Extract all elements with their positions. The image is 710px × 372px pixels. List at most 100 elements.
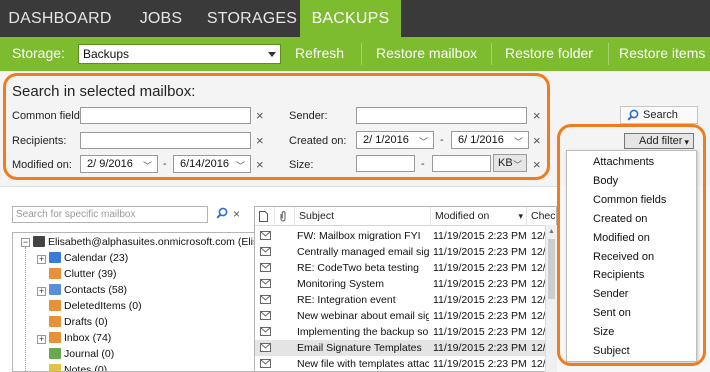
toolbar-divider [361, 43, 362, 65]
folder-icon [49, 332, 61, 343]
envelope-icon [260, 343, 271, 352]
message-modified: 11/19/2015 2:23 PM [433, 262, 527, 274]
search-icon [627, 109, 639, 121]
journal-icon [49, 348, 61, 359]
message-row[interactable]: RE: CodeTwo beta testing 11/19/2015 2:23 … [255, 260, 556, 276]
message-subject: New webinar about email sign... [297, 310, 429, 322]
tree-item-label: Inbox (74) [64, 332, 112, 344]
envelope-icon [260, 231, 271, 240]
message-modified: 11/19/2015 2:23 PM [433, 278, 527, 290]
message-row[interactable]: New file with templates attached 11/19/20… [255, 356, 556, 371]
expand-icon[interactable]: + [37, 287, 46, 296]
refresh-button[interactable]: Refresh [295, 45, 344, 61]
toolbar: Storage: Backups Refresh Restore mailbox… [0, 37, 710, 71]
message-modified: 11/19/2015 2:23 PM [433, 246, 527, 258]
scrollbar-thumb[interactable] [548, 239, 555, 299]
tree-item-label: Clutter (39) [64, 268, 117, 280]
folder-icon [49, 268, 61, 279]
restore-folder-button[interactable]: Restore folder [505, 45, 593, 61]
search-button[interactable]: Search [620, 106, 698, 124]
search-button-label: Search [643, 109, 678, 121]
envelope-icon [260, 279, 271, 288]
column-type[interactable] [255, 207, 275, 226]
tab-backups[interactable]: BACKUPS [300, 0, 401, 37]
message-list-scrollbar[interactable]: ▲ [545, 225, 557, 372]
calendar-icon [49, 252, 61, 263]
message-modified: 11/19/2015 2:23 PM [433, 358, 527, 370]
restore-items-button[interactable]: Restore items [619, 45, 705, 61]
message-row[interactable]: Monitoring System 11/19/2015 2:23 PM 12/3 [255, 276, 556, 292]
message-subject: Implementing the backup solut... [297, 326, 429, 338]
column-modified-label: Modified on [435, 210, 490, 222]
tree-item-journal[interactable]: Journal (0) [49, 346, 114, 362]
tree-item-calendar[interactable]: Calendar (23) [49, 250, 128, 266]
message-row[interactable]: Email Signature Templates 11/19/2015 2:23… [255, 340, 556, 356]
restore-mailbox-button[interactable]: Restore mailbox [376, 45, 477, 61]
tree-item-deleted[interactable]: DeletedItems (0) [49, 298, 142, 314]
message-subject: FW: Mailbox migration FYI [297, 230, 421, 242]
filter-menu-highlight [557, 124, 706, 366]
top-navigation: DASHBOARD JOBS STORAGES BACKUPS [0, 0, 710, 37]
tree-item-label: Notes (0) [64, 364, 108, 372]
column-subject[interactable]: Subject [295, 207, 431, 226]
expand-icon[interactable]: + [37, 255, 46, 264]
contacts-icon [49, 284, 61, 295]
storage-select[interactable]: Backups [78, 44, 281, 64]
message-list: Subject Modified on ▾ Chec FW: Mailbox m… [254, 206, 557, 372]
column-attachment[interactable] [275, 207, 295, 226]
message-modified: 11/19/2015 2:23 PM [433, 342, 527, 354]
envelope-icon [260, 247, 271, 256]
search-fields-highlight [3, 73, 550, 180]
envelope-icon [260, 311, 271, 320]
mailbox-icon [33, 236, 45, 247]
message-row[interactable]: New webinar about email sign... 11/19/201… [255, 308, 556, 324]
message-subject: Centrally managed email signat... [297, 246, 429, 258]
tree-item-label: DeletedItems (0) [64, 300, 142, 312]
tree-item-label: Calendar (23) [64, 252, 129, 264]
message-row[interactable]: Implementing the backup solut... 11/19/20… [255, 324, 556, 340]
scroll-up-icon[interactable]: ▲ [548, 228, 555, 235]
message-modified: 11/19/2015 2:23 PM [433, 310, 527, 322]
toolbar-divider [491, 43, 492, 65]
tree-item-notes[interactable]: Notes (0) [49, 362, 108, 372]
tree-connector [25, 247, 26, 371]
message-list-header: Subject Modified on ▾ Chec [255, 207, 556, 226]
tree-root-mailbox[interactable]: Elisabeth@alphasuites.onmicrosoft.com (E… [33, 234, 276, 250]
column-check[interactable]: Chec [527, 207, 556, 226]
clear-mailbox-search-icon[interactable]: × [233, 207, 240, 221]
tree-item-contacts[interactable]: Contacts (58) [49, 282, 127, 298]
folder-icon [49, 316, 61, 327]
message-subject: Email Signature Templates [297, 342, 422, 354]
sort-icon: ▾ [518, 211, 523, 221]
message-subject: RE: CodeTwo beta testing [297, 262, 419, 274]
message-modified: 11/19/2015 2:23 PM [433, 294, 527, 306]
notes-icon [49, 364, 61, 371]
tab-jobs[interactable]: JOBS [120, 0, 202, 37]
envelope-icon [260, 327, 271, 336]
tree-item-clutter[interactable]: Clutter (39) [49, 266, 117, 282]
tree-item-inbox[interactable]: Inbox (74) [49, 330, 111, 346]
envelope-icon [260, 295, 271, 304]
tab-storages[interactable]: STORAGES [202, 0, 302, 37]
tree-item-drafts[interactable]: Drafts (0) [49, 314, 108, 330]
storage-select-value: Backups [83, 47, 130, 61]
message-row[interactable]: Centrally managed email signat... 11/19/2… [255, 244, 556, 260]
chevron-down-icon [268, 52, 276, 57]
message-subject: RE: Integration event [297, 294, 396, 306]
message-row[interactable]: RE: Integration event 11/19/2015 2:23 PM 1… [255, 292, 556, 308]
mailbox-tree: − Elisabeth@alphasuites.onmicrosoft.com … [12, 232, 276, 372]
message-row[interactable]: FW: Mailbox migration FYI 11/19/2015 2:23… [255, 228, 556, 244]
tree-root-label: Elisabeth@alphasuites.onmicrosoft.com (E… [48, 236, 276, 248]
envelope-icon [260, 263, 271, 272]
tree-item-label: Drafts (0) [64, 316, 108, 328]
message-modified: 11/19/2015 2:23 PM [433, 326, 527, 338]
column-modified[interactable]: Modified on ▾ [431, 207, 527, 226]
search-icon[interactable] [216, 207, 228, 219]
tab-dashboard[interactable]: DASHBOARD [0, 0, 120, 37]
envelope-icon [260, 359, 271, 368]
expand-icon[interactable]: + [37, 335, 46, 344]
tree-item-label: Contacts (58) [64, 284, 128, 296]
collapse-icon[interactable]: − [21, 238, 30, 247]
mailbox-search-input[interactable]: Search for specific mailbox [12, 206, 208, 223]
message-subject: Monitoring System [297, 278, 384, 290]
